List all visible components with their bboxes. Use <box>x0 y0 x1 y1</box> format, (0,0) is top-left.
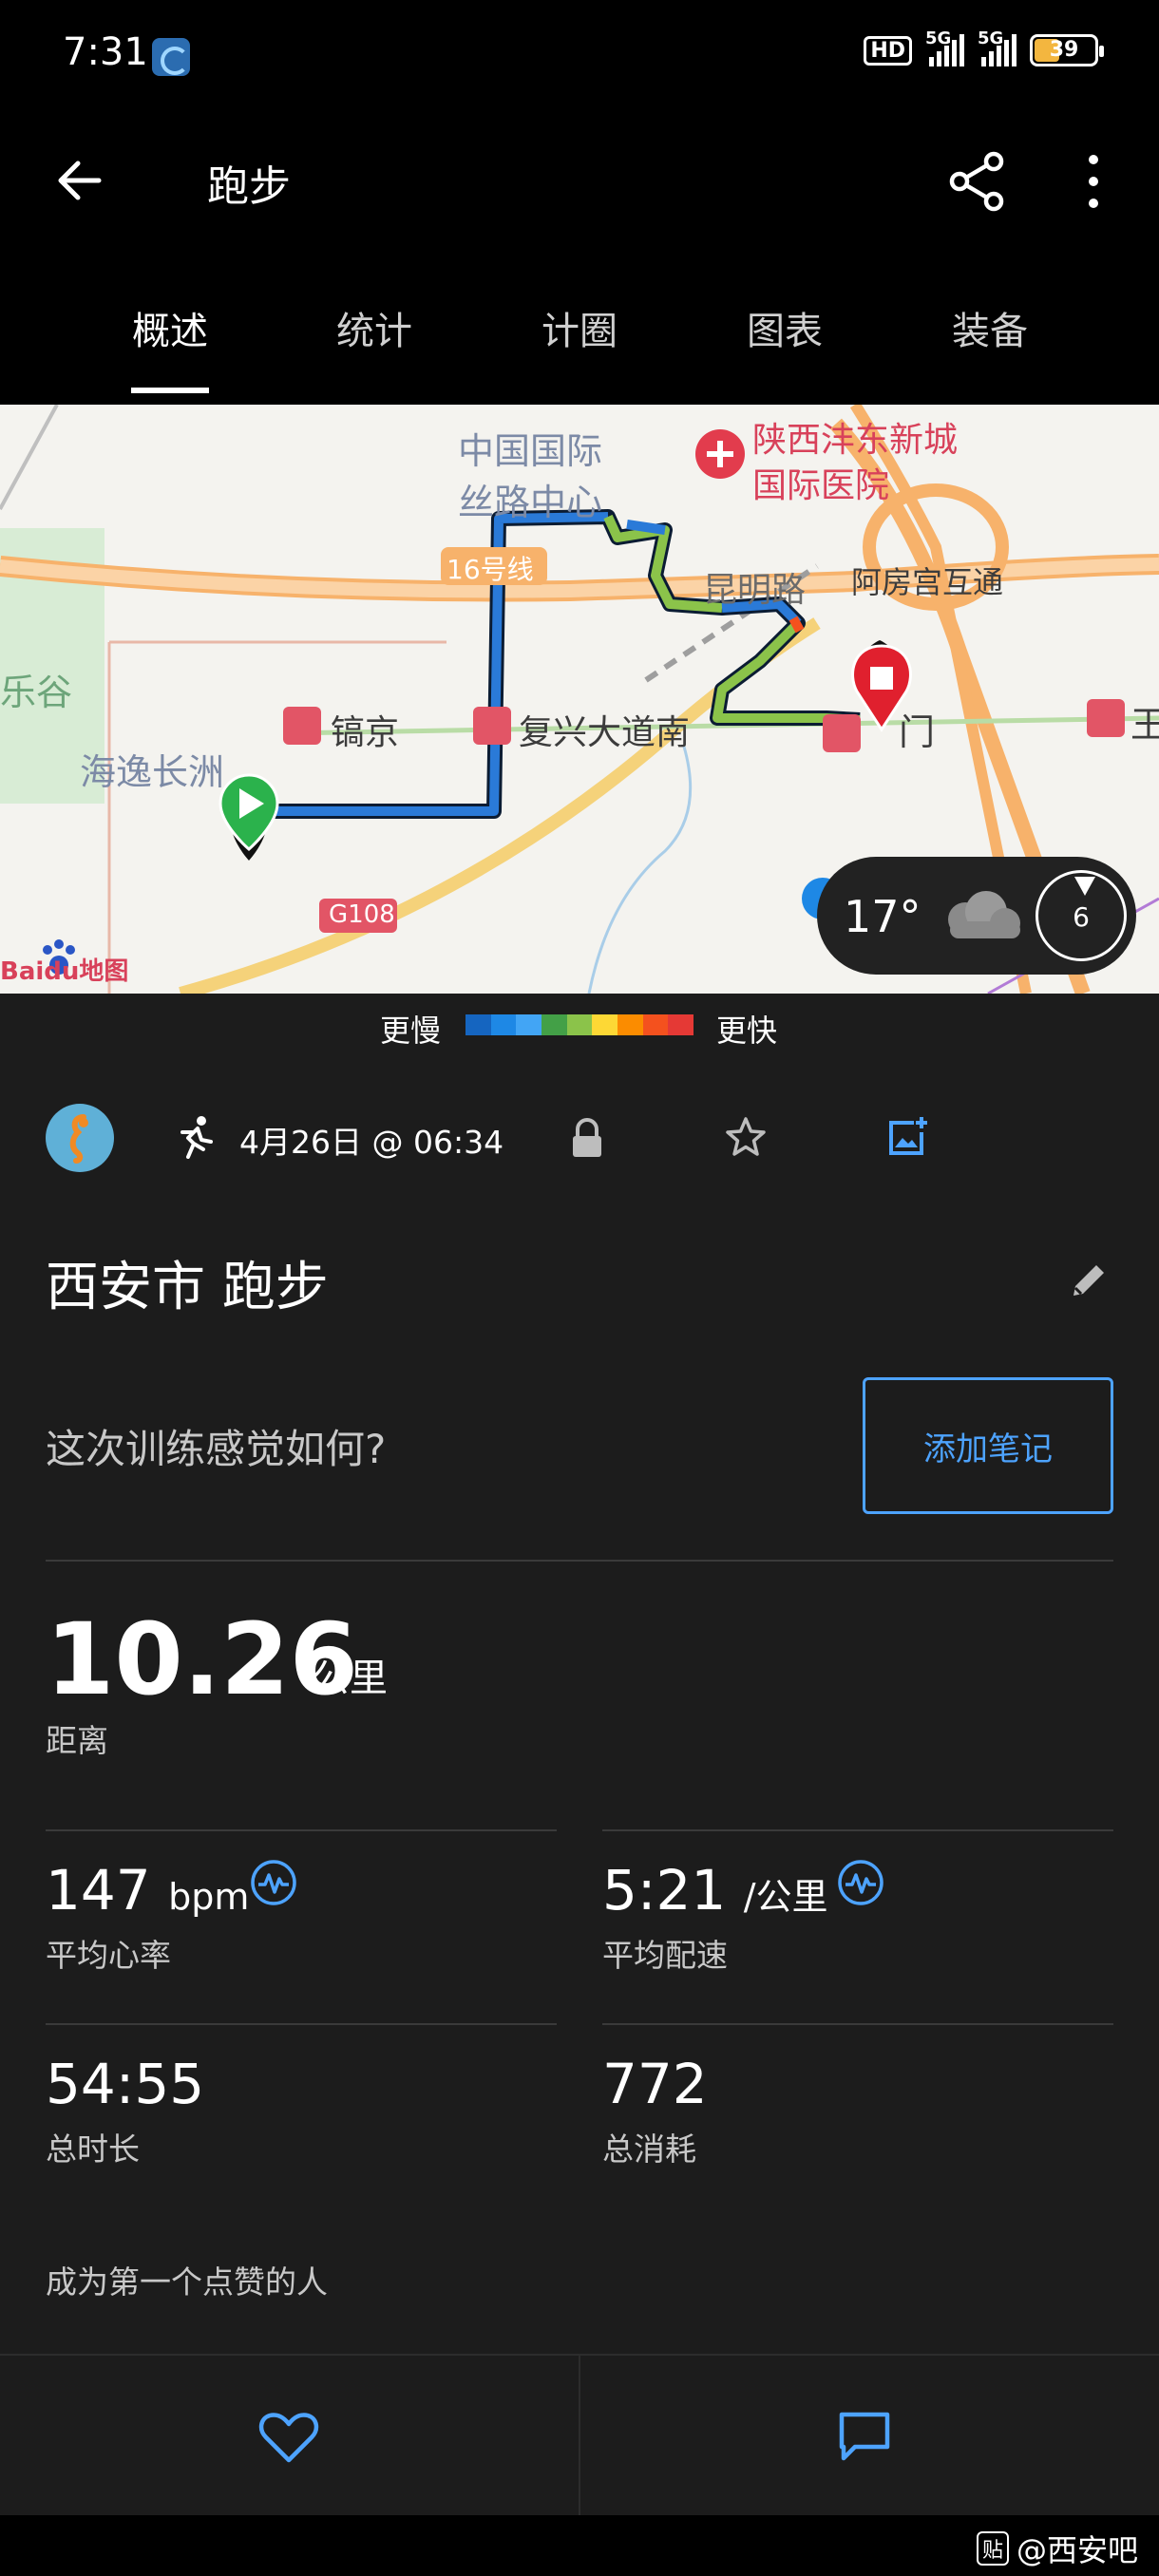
map-label-fuxing: 复兴大道南 <box>519 713 691 752</box>
weather-temp: 17° <box>844 891 922 942</box>
hd-badge: HD <box>864 35 912 66</box>
map-label-station-right: 王 <box>1130 704 1159 746</box>
wind-indicator: 6 <box>1036 870 1127 961</box>
weather-badge: 17° 6 <box>817 857 1136 975</box>
more-vertical-icon[interactable] <box>1070 148 1117 215</box>
activity-title: 西安市 跑步 <box>46 1257 329 1318</box>
duration-label: 总时长 <box>46 2131 140 2168</box>
calories-label: 总消耗 <box>602 2131 696 2168</box>
tab-laps[interactable]: 计圈 <box>504 300 656 355</box>
divider <box>602 2023 1113 2025</box>
map-label-line16: 16号线 <box>446 554 534 585</box>
watermark-text: @西安吧 <box>1016 2532 1138 2568</box>
map-label-hospital-2: 国际医院 <box>752 466 890 505</box>
map-label-station-end: 门 <box>899 711 936 753</box>
activity-date: 4月26日 @ 06:34 <box>239 1124 504 1161</box>
route-map[interactable]: 中国国际 丝路中心 陕西沣东新城 国际医院 16号线 昆明路 阿房宫互通 乐谷 … <box>0 405 1159 994</box>
tab-charts[interactable]: 图表 <box>709 300 861 355</box>
tab-indicator <box>131 388 209 393</box>
map-label-g108: G108 <box>329 900 395 929</box>
status-bar: 7:31 HD 5G 5G 39 <box>0 0 1159 114</box>
heart-rate-info-icon[interactable] <box>249 1858 298 1907</box>
heart-rate-stat: 147 bpm <box>46 1858 249 1923</box>
lock-icon[interactable] <box>568 1117 606 1159</box>
pace-label: 平均配速 <box>602 1937 728 1974</box>
pace-color-segment <box>642 1014 669 1035</box>
signal-icon: 5G <box>925 28 964 66</box>
divider <box>46 2023 557 2025</box>
pace-unit: /公里 <box>743 1876 828 1918</box>
feel-prompt[interactable]: 这次训练感觉如何? <box>46 1417 386 1475</box>
tab-stats[interactable]: 统计 <box>298 300 450 355</box>
heart-rate-unit: bpm <box>168 1876 250 1918</box>
back-arrow-icon[interactable] <box>49 150 110 211</box>
pace-stat: 5:21 /公里 <box>602 1858 828 1923</box>
add-note-button[interactable]: 添加笔记 <box>863 1377 1113 1514</box>
divider <box>602 1829 1113 1831</box>
cloud-icon <box>948 891 1020 938</box>
pace-color-bar <box>466 1014 694 1035</box>
divider <box>46 1829 557 1831</box>
comment-icon[interactable] <box>836 2409 893 2464</box>
tab-gear[interactable]: 装备 <box>914 300 1066 355</box>
wind-speed: 6 <box>1073 901 1090 933</box>
pace-value: 5:21 <box>602 1858 727 1923</box>
map-label-legu: 乐谷 <box>0 672 73 713</box>
status-time: 7:31 <box>63 30 148 74</box>
signal-icon-2: 5G <box>978 28 1016 66</box>
avatar[interactable] <box>46 1104 114 1172</box>
pace-color-segment <box>668 1014 694 1035</box>
legend-fast: 更快 <box>716 1013 778 1049</box>
battery-level: 39 <box>1049 38 1079 62</box>
map-label-hospital: 陕西沣东新城 <box>752 421 959 460</box>
calories-value: 772 <box>602 2052 708 2116</box>
activity-info-row: 4月26日 @ 06:34 <box>0 1089 1159 1184</box>
map-label-afang: 阿房宫互通 <box>851 564 1004 600</box>
app-bar: 跑步 <box>0 114 1159 243</box>
page-title: 跑步 <box>207 162 291 211</box>
divider <box>46 1560 1113 1562</box>
watermark-badge: 贴 <box>976 2531 1009 2566</box>
heart-rate-value: 147 <box>46 1858 151 1923</box>
baidu-logo: Baidu地图 <box>0 957 129 986</box>
pencil-edit-icon[interactable] <box>1068 1260 1110 1301</box>
likes-text: 成为第一个点赞的人 <box>46 2263 328 2301</box>
distance-label: 距离 <box>46 1722 108 1759</box>
pace-color-segment <box>542 1014 567 1035</box>
duration-value: 54:55 <box>46 2052 205 2116</box>
bottom-separator <box>579 2356 580 2517</box>
pace-color-segment <box>516 1014 542 1035</box>
map-label-silu: 丝路中心 <box>458 482 603 523</box>
pace-color-segment <box>592 1014 618 1035</box>
running-icon <box>180 1116 213 1159</box>
map-label-kunming: 昆明路 <box>703 571 807 610</box>
star-icon[interactable] <box>724 1115 768 1159</box>
legend-slow: 更慢 <box>380 1013 442 1049</box>
tab-overview[interactable]: 概述 <box>94 300 246 355</box>
tab-bar: 概述 统计 计圈 图表 装备 <box>0 243 1159 395</box>
share-icon[interactable] <box>944 148 1011 215</box>
app-notification-icon <box>152 38 190 76</box>
distance-unit: 公里 <box>312 1657 388 1700</box>
status-indicators: HD 5G 5G 39 <box>864 28 1104 66</box>
activity-content: 更慢 更快 4月26日 @ 06:34 西安市 跑步 这次训练感觉如何? 添加笔… <box>0 994 1159 2532</box>
map-label-gaojing: 镐京 <box>331 713 400 752</box>
pace-info-icon[interactable] <box>836 1858 885 1907</box>
pace-legend: 更慢 更快 <box>0 994 1159 1060</box>
heart-rate-label: 平均心率 <box>46 1937 171 1974</box>
seahorse-icon <box>69 1114 88 1164</box>
watermark: 贴 @西安吧 <box>976 2527 1138 2570</box>
watermark-bar: 贴 @西安吧 <box>0 2515 1159 2576</box>
map-label-zhongguo: 中国国际 <box>458 430 603 472</box>
pace-color-segment <box>466 1014 491 1035</box>
bottom-action-bar <box>0 2354 1159 2517</box>
pace-color-segment <box>490 1014 517 1035</box>
add-photo-icon[interactable] <box>885 1113 931 1159</box>
pace-color-segment <box>618 1014 643 1035</box>
battery-icon: 39 <box>1030 34 1104 66</box>
map-label-haiyi: 海逸长洲 <box>80 751 225 793</box>
pace-color-segment <box>566 1014 593 1035</box>
like-heart-icon[interactable] <box>258 2411 319 2464</box>
